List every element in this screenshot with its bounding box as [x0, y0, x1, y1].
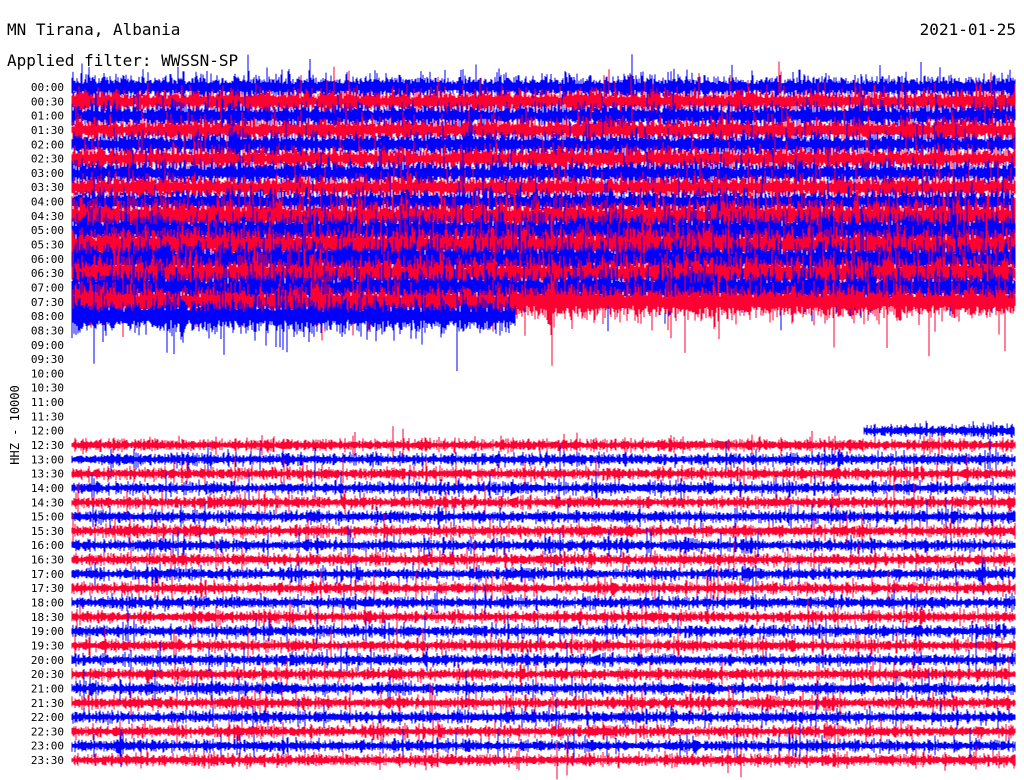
row-time-label: 15:00: [31, 511, 64, 524]
row-time-label: 09:00: [31, 339, 64, 352]
row-time-label: 10:00: [31, 367, 64, 380]
row-time-label: 16:00: [31, 539, 64, 552]
row-time-label: 02:30: [31, 153, 64, 166]
helicorder-plot: 00:0000:30 01:0001:3002:00 02:3003:0003:30…: [31, 54, 1016, 780]
row-time-label: 17:30: [31, 582, 64, 595]
row-time-label: 01:00: [31, 110, 64, 123]
row-time-label: 14:00: [31, 482, 64, 495]
row-time-label: 22:00: [31, 711, 64, 724]
row-time-label: 19:00: [31, 625, 64, 638]
row-time-label: 00:30: [31, 95, 64, 108]
trace-1200: [863, 420, 1015, 440]
row-time-label: 06:00: [31, 253, 64, 266]
row-time-label: 06:30: [31, 267, 64, 280]
row-time-label: 07:00: [31, 281, 64, 294]
row-time-label: 13:30: [31, 468, 64, 481]
row-time-label: 05:30: [31, 239, 64, 252]
row-time-label: 10:30: [31, 382, 64, 395]
row-time-label: 19:30: [31, 639, 64, 652]
row-time-label: 04:30: [31, 210, 64, 223]
row-time-label: 18:00: [31, 597, 64, 610]
row-time-label: 21:30: [31, 697, 64, 710]
row-time-label: 17:00: [31, 568, 64, 581]
row-time-label: 12:00: [31, 425, 64, 438]
row-time-label: 15:30: [31, 525, 64, 538]
row-time-label: 09:30: [31, 353, 64, 366]
row-time-label: 14:30: [31, 496, 64, 509]
row-time-label: 03:30: [31, 181, 64, 194]
row-time-label: 11:30: [31, 410, 64, 423]
row-time-label: 18:30: [31, 611, 64, 624]
row-time-label: 22:30: [31, 725, 64, 738]
row-time-label: 00:00: [31, 81, 64, 94]
row-time-label: 05:00: [31, 224, 64, 237]
row-time-label: 16:30: [31, 554, 64, 567]
row-time-label: 13:00: [31, 453, 64, 466]
row-time-label: 01:30: [31, 124, 64, 137]
row-time-label: 20:30: [31, 668, 64, 681]
row-time-label: 11:00: [31, 396, 64, 409]
row-time-label: 23:30: [31, 754, 64, 767]
row-time-label: 08:00: [31, 310, 64, 323]
row-time-label: 04:00: [31, 196, 64, 209]
row-time-label: 21:00: [31, 682, 64, 695]
row-time-label: 20:00: [31, 654, 64, 667]
row-time-label: 07:30: [31, 296, 64, 309]
row-time-label: 08:30: [31, 324, 64, 337]
row-time-label: 23:00: [31, 740, 64, 753]
row-time-label: 03:00: [31, 167, 64, 180]
row-time-label: 02:00: [31, 138, 64, 151]
row-time-label: 12:30: [31, 439, 64, 452]
